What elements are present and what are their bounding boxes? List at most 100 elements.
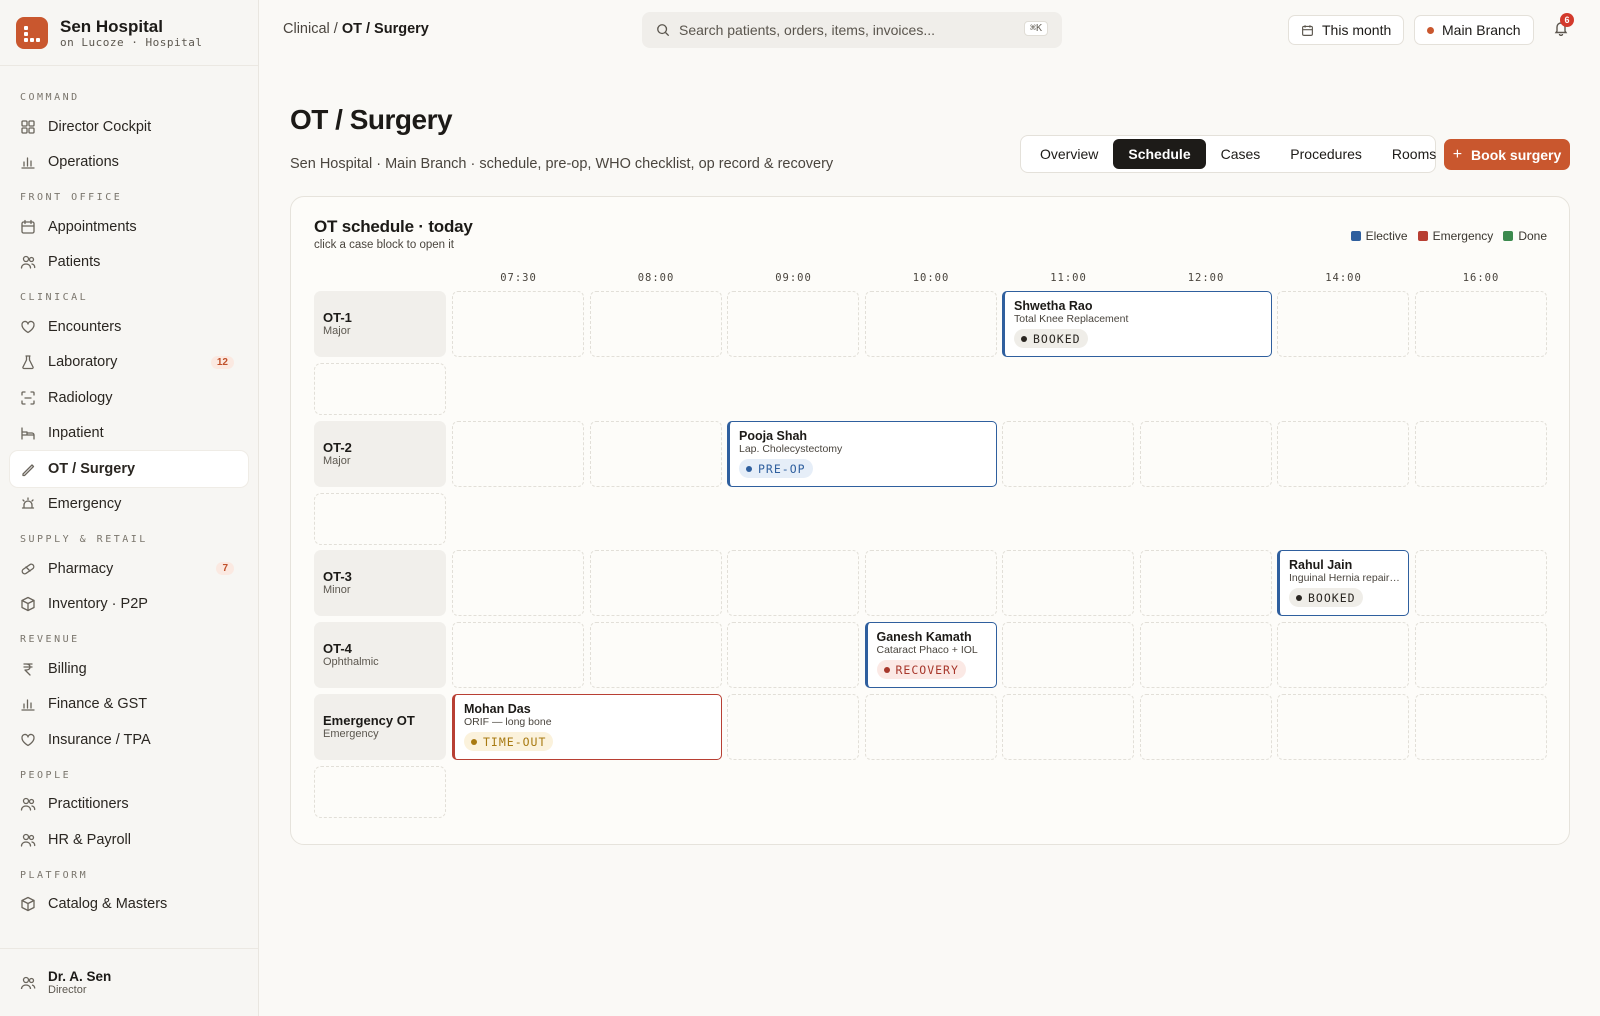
brand-name: Sen Hospital	[60, 16, 163, 36]
sidebar-item-inventory-p2p[interactable]: Inventory · P2P	[10, 587, 248, 623]
sidebar-item-insurance-tpa[interactable]: Insurance / TPA	[10, 722, 248, 758]
schedule-slot[interactable]	[1277, 291, 1409, 357]
brand[interactable]: Sen Hospital on Lucoze · Hospital	[0, 0, 258, 66]
room-spacer	[314, 493, 446, 545]
sidebar-item-catalog-masters[interactable]: Catalog & Masters	[10, 887, 248, 923]
schedule-slot[interactable]	[1277, 421, 1409, 487]
room-type: Major	[323, 455, 351, 467]
schedule-slot[interactable]	[1414, 622, 1547, 688]
case-block[interactable]: Shwetha Rao Total Knee Replacement BOOKED	[1002, 291, 1272, 357]
legend-label: Emergency	[1432, 229, 1494, 243]
schedule-slot[interactable]	[1277, 694, 1409, 760]
schedule-slot[interactable]	[864, 694, 997, 760]
schedule-slot[interactable]	[1414, 421, 1547, 487]
grid-icon	[20, 119, 36, 135]
legend-swatch	[1350, 231, 1361, 241]
tab-rooms[interactable]: Rooms	[1377, 139, 1451, 169]
case-block[interactable]: Rahul Jain Inguinal Hernia repair ... BOOK…	[1277, 550, 1409, 616]
search-input[interactable]: Search patients, orders, items, invoices…	[642, 12, 1062, 48]
sidebar-item-practitioners[interactable]: Practitioners	[10, 787, 248, 823]
time-column-header: 07:30	[500, 272, 537, 284]
tab-cases[interactable]: Cases	[1206, 139, 1276, 169]
breadcrumb-parent[interactable]: Clinical /	[283, 21, 342, 37]
schedule-slot[interactable]	[1414, 694, 1547, 760]
schedule-slot[interactable]	[864, 291, 997, 357]
tab-overview[interactable]: Overview	[1025, 139, 1113, 169]
schedule-slot[interactable]	[589, 550, 722, 616]
breadcrumb: Clinical / OT / Surgery	[283, 21, 429, 37]
schedule-slot[interactable]	[727, 291, 859, 357]
room-type: Ophthalmic	[323, 656, 379, 668]
schedule-slot[interactable]	[1139, 622, 1272, 688]
room-name: Emergency OT	[323, 713, 415, 728]
status-dot	[1021, 335, 1027, 342]
sidebar-item-appointments[interactable]: Appointments	[10, 209, 248, 245]
schedule-slot[interactable]	[1139, 421, 1272, 487]
room-row-emergency-ot[interactable]: Emergency OT Emergency	[314, 694, 446, 760]
users-icon	[20, 254, 36, 270]
case-block[interactable]: Pooja Shah Lap. Cholecystectomy PRE-OP	[727, 421, 997, 487]
case-status-badge: PRE-OP	[739, 459, 813, 478]
room-row-ot-1[interactable]: OT-1 Major	[314, 291, 446, 357]
schedule-slot[interactable]	[864, 550, 997, 616]
sidebar-item-inpatient[interactable]: Inpatient	[10, 416, 248, 452]
schedule-slot[interactable]	[589, 622, 722, 688]
schedule-slot[interactable]	[727, 694, 859, 760]
sidebar-item-label: OT / Surgery	[48, 460, 136, 477]
schedule-slot[interactable]	[452, 421, 584, 487]
legend-label: Done	[1518, 229, 1547, 243]
sidebar-item-ot-surgery[interactable]: OT / Surgery	[10, 451, 248, 487]
schedule-slot[interactable]	[727, 622, 859, 688]
period-picker[interactable]: This month	[1288, 15, 1405, 45]
sidebar-item-laboratory[interactable]: Laboratory 12	[10, 345, 248, 381]
topbar: Clinical / OT / Surgery Search patients,…	[259, 0, 1600, 61]
case-status-badge: BOOKED	[1289, 588, 1363, 607]
users-icon	[20, 975, 36, 991]
schedule-slot[interactable]	[1414, 550, 1547, 616]
status-dot	[471, 738, 477, 745]
sidebar-item-pharmacy[interactable]: Pharmacy 7	[10, 551, 248, 587]
sidebar-item-hr-payroll[interactable]: HR & Payroll	[10, 822, 248, 858]
case-status-badge: RECOVERY	[876, 660, 966, 679]
schedule-slot[interactable]	[452, 550, 584, 616]
branch-picker[interactable]: Main Branch	[1414, 15, 1534, 45]
sidebar-item-radiology[interactable]: Radiology	[10, 380, 248, 416]
user-profile[interactable]: Dr. A. Sen Director	[0, 948, 258, 1016]
schedule-slot[interactable]	[1139, 550, 1272, 616]
schedule-slot[interactable]	[1139, 694, 1272, 760]
sidebar-item-billing[interactable]: Billing	[10, 651, 248, 687]
sidebar-item-finance-gst[interactable]: Finance & GST	[10, 687, 248, 723]
sidebar-item-operations[interactable]: Operations	[10, 145, 248, 181]
room-row-ot-3[interactable]: OT-3 Minor	[314, 550, 446, 616]
flask-icon	[20, 354, 36, 370]
tab-schedule[interactable]: Schedule	[1113, 139, 1206, 169]
sidebar-item-encounters[interactable]: Encounters	[10, 309, 248, 345]
siren-icon	[20, 496, 36, 512]
room-row-ot-4[interactable]: OT-4 Ophthalmic	[314, 622, 446, 688]
schedule-slot[interactable]	[589, 421, 722, 487]
schedule-slot[interactable]	[589, 291, 722, 357]
case-block[interactable]: Ganesh Kamath Cataract Phaco + IOL RECOVER…	[864, 622, 997, 688]
case-status-label: BOOKED	[1033, 331, 1081, 346]
pill-icon	[20, 561, 36, 577]
schedule-slot[interactable]	[452, 291, 584, 357]
case-status-label: RECOVERY	[895, 662, 959, 677]
schedule-slot[interactable]	[1277, 622, 1409, 688]
schedule-slot[interactable]	[727, 550, 859, 616]
schedule-slot[interactable]	[1002, 421, 1134, 487]
book-surgery-button[interactable]: + Book surgery	[1444, 139, 1570, 170]
schedule-slot[interactable]	[1002, 694, 1134, 760]
room-row-ot-2[interactable]: OT-2 Major	[314, 421, 446, 487]
sidebar-item-director-cockpit[interactable]: Director Cockpit	[10, 109, 248, 145]
case-patient-name: Pooja Shah	[739, 429, 808, 443]
box-icon	[20, 896, 36, 912]
ot-schedule-panel: OT schedule · today click a case block t…	[290, 196, 1570, 845]
schedule-slot[interactable]	[1002, 622, 1134, 688]
schedule-slot[interactable]	[1002, 550, 1134, 616]
sidebar-item-emergency[interactable]: Emergency	[10, 487, 248, 523]
tab-procedures[interactable]: Procedures	[1275, 139, 1377, 169]
case-block[interactable]: Mohan Das ORIF — long bone TIME-OUT	[452, 694, 722, 760]
schedule-slot[interactable]	[452, 622, 584, 688]
sidebar-item-patients[interactable]: Patients	[10, 245, 248, 281]
schedule-slot[interactable]	[1414, 291, 1547, 357]
